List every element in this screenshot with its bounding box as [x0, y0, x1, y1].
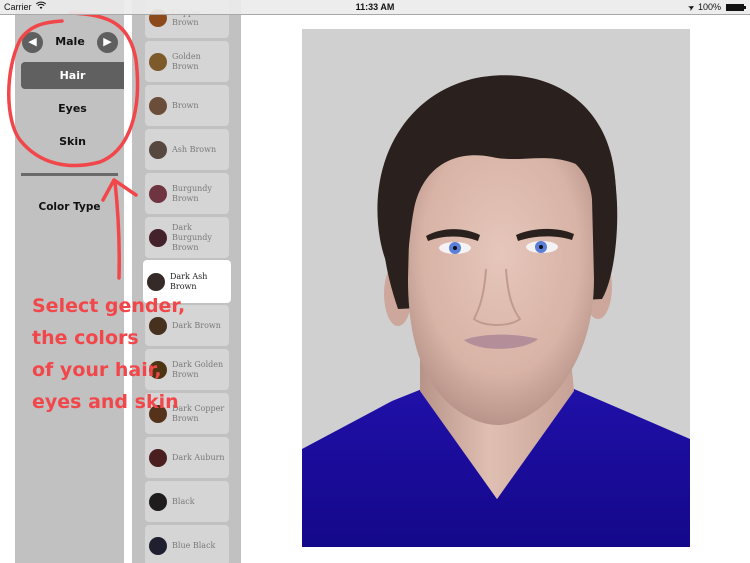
swatch-label: Blue Black: [172, 540, 216, 550]
previous-gender-button[interactable]: ◀: [22, 32, 43, 53]
panel-divider: [21, 173, 118, 176]
color-swatch-dot: [149, 492, 167, 511]
swatch-item[interactable]: Brown: [145, 85, 229, 126]
menu-item-label: Eyes: [58, 102, 87, 115]
left-control-panel: ◀ Male ▶ Hair Eyes Skin Color Type: [15, 0, 124, 563]
color-swatch-dot: [149, 52, 167, 71]
annotation-text: Select gender, the colors of your hair, …: [32, 295, 186, 413]
color-swatch-dot: [149, 140, 167, 159]
menu-item-eyes[interactable]: Eyes: [21, 95, 124, 122]
avatar-portrait: [302, 29, 690, 547]
swatch-label: Dark Auburn: [172, 452, 225, 462]
swatch-label: Black: [172, 496, 195, 506]
swatch-label: Golden Brown: [172, 51, 201, 71]
clock-time: 11:33 AM: [355, 2, 395, 12]
color-swatch-dot: [147, 272, 165, 291]
color-swatch-dot: [149, 96, 167, 115]
menu-item-skin[interactable]: Skin: [21, 128, 124, 155]
swatch-item[interactable]: Ash Brown: [145, 129, 229, 170]
swatch-item[interactable]: Dark Burgundy Brown: [145, 217, 229, 258]
triangle-right-icon: ▶: [103, 36, 112, 48]
swatch-item[interactable]: Blue Black: [145, 525, 229, 563]
swatch-label: Dark Ash Brown: [170, 271, 208, 291]
swatch-item[interactable]: Dark Auburn: [145, 437, 229, 478]
swatch-label: Ash Brown: [172, 144, 217, 154]
color-swatch-dot: [149, 448, 167, 467]
status-bar: Carrier 11:33 AM ➤ 100%: [0, 0, 750, 15]
color-swatch-dot: [149, 536, 167, 555]
color-type-label: Color Type: [38, 201, 101, 213]
triangle-left-icon: ◀: [28, 36, 37, 48]
battery-percentage: 100%: [697, 2, 721, 12]
swatch-label: Dark Burgundy Brown: [172, 222, 212, 252]
gender-label: Male: [55, 35, 85, 48]
location-arrow-icon: ➤: [686, 1, 697, 13]
menu-item-hair[interactable]: Hair: [21, 62, 124, 89]
swatch-label: Burgundy Brown: [172, 183, 212, 203]
swatch-item[interactable]: Burgundy Brown: [145, 173, 229, 214]
next-gender-button[interactable]: ▶: [97, 32, 118, 53]
color-swatch-list[interactable]: Copper BrownGolden BrownBrownAsh BrownBu…: [132, 0, 241, 563]
battery-icon: [726, 3, 746, 11]
swatch-label: Brown: [172, 100, 199, 110]
swatch-item[interactable]: Black: [145, 481, 229, 522]
gender-selector: ◀ Male ▶: [15, 32, 124, 54]
menu-item-label: Skin: [59, 135, 86, 148]
color-swatch-dot: [149, 228, 167, 247]
color-swatch-dot: [149, 184, 167, 203]
menu-item-label: Hair: [59, 69, 86, 82]
swatch-item[interactable]: Golden Brown: [145, 41, 229, 82]
